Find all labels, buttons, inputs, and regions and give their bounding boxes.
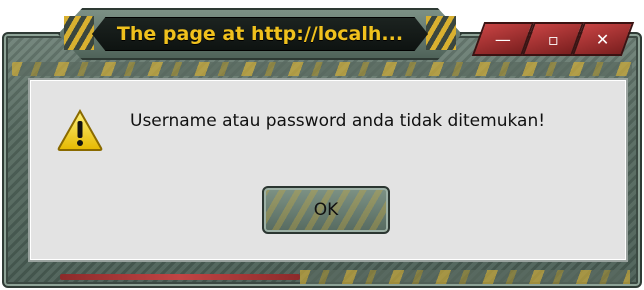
close-button[interactable]: ✕ — [571, 22, 635, 56]
minimize-icon: — — [495, 29, 511, 49]
ok-button-label: OK — [313, 200, 339, 220]
window-controls: — ▫ ✕ — [471, 22, 635, 56]
window-title: The page at http://localh... — [116, 23, 404, 45]
ok-button[interactable]: OK — [262, 186, 390, 234]
warning-icon — [57, 108, 103, 151]
title-decoration-right — [426, 16, 456, 50]
title-decoration-left — [64, 16, 94, 50]
frame-decoration-bottom — [300, 270, 630, 284]
alert-dialog-window: The page at http://localh... — ▫ ✕ Usern… — [0, 0, 644, 290]
dialog-content — [28, 78, 628, 262]
maximize-icon: ▫ — [547, 29, 559, 49]
dialog-message: Username atau password anda tidak ditemu… — [130, 111, 546, 131]
frame-decoration-top — [12, 62, 632, 76]
frame-accent-red — [60, 274, 300, 280]
close-icon: ✕ — [596, 29, 610, 49]
title-plate: The page at http://localh... — [92, 17, 428, 51]
